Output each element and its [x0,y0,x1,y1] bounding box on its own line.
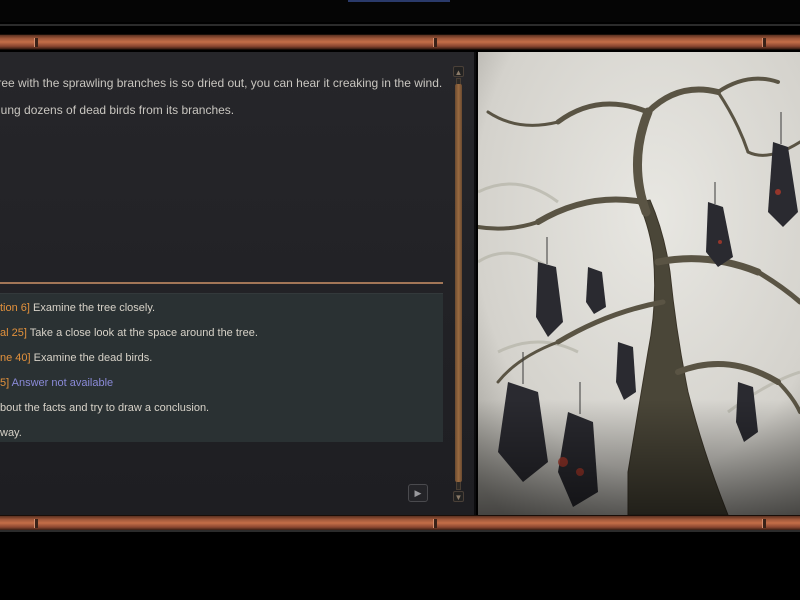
choice-text: Examine the tree closely. [33,302,156,314]
scrollbar[interactable]: ▲ ▼ [452,66,465,502]
choice-list: tion 6] Examine the tree closely. al 25]… [0,293,443,442]
story-line: hung dozens of dead birds from its branc… [0,103,235,117]
play-button[interactable]: ▶ [408,484,428,502]
frame-bar-top [0,34,800,50]
choice-examine-tree[interactable]: tion 6] Examine the tree closely. [0,298,440,318]
choice-text: Examine the dead birds. [33,352,153,364]
illustration-dead-tree [478,52,800,515]
frame-stud [433,519,437,528]
frame-stud [433,38,437,47]
frame-rail-top [0,24,800,26]
choice-text: bout the facts and try to draw a conclus… [0,402,210,414]
scroll-thumb[interactable] [455,84,462,482]
choice-look-around[interactable]: al 25] Take a close look at the space ar… [0,323,440,343]
choice-think-facts[interactable]: bout the facts and try to draw a conclus… [0,398,440,418]
frame-stud [34,38,38,47]
choice-unavailable: 5] Answer not available [0,373,440,393]
scroll-down-icon[interactable]: ▼ [453,491,464,502]
choices-divider [0,282,443,284]
top-strip [0,0,800,22]
choice-text: way. [0,427,22,439]
story-text: tree with the sprawling branches is so d… [0,70,448,124]
scroll-up-icon[interactable]: ▲ [453,66,464,77]
top-accent [348,0,450,2]
choice-tag: ne 40] [0,352,31,364]
choice-text: Answer not available [11,377,114,389]
choice-tag: tion 6] [0,302,30,314]
text-panel: tree with the sprawling branches is so d… [0,52,476,515]
frame-stud [762,519,766,528]
choice-tag: 5] [0,377,10,389]
frame-bar-bottom [0,515,800,531]
choice-examine-birds[interactable]: ne 40] Examine the dead birds. [0,348,440,368]
frame-stud [762,38,766,47]
tree-illustration [478,52,800,515]
choice-leave[interactable]: way. [0,423,440,443]
choice-text: Take a close look at the space around th… [29,327,258,339]
story-line: tree with the sprawling branches is so d… [0,76,443,90]
play-icon: ▶ [414,488,422,498]
frame-rail-bottom [0,530,800,532]
frame-stud [34,519,38,528]
choice-tag: al 25] [0,327,27,339]
